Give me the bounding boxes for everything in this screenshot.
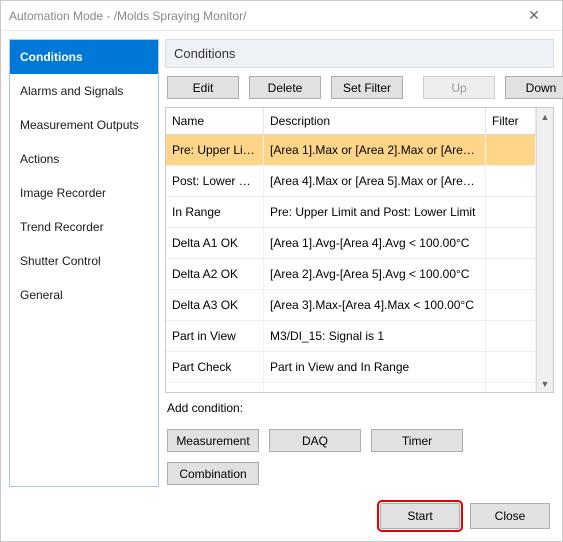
table-row[interactable]: Pre: Upper Limit[Area 1].Max or [Area 2]… bbox=[166, 135, 536, 166]
add-condition-label: Add condition: bbox=[167, 399, 552, 419]
cell-description: [Area 3].Max-[Area 4].Max < 100.00°C bbox=[264, 290, 486, 320]
table-body: Pre: Upper Limit[Area 1].Max or [Area 2]… bbox=[166, 135, 536, 392]
titlebar: Automation Mode - /Molds Spraying Monito… bbox=[1, 1, 562, 31]
cell-description: Pre: Upper Limit and Post: Lower Limit bbox=[264, 197, 486, 227]
conditions-table-wrap: Name Description Filter Pre: Upper Limit… bbox=[165, 107, 554, 393]
cell-description: [Area 4].Max or [Area 5].Max or [Area 6]… bbox=[264, 166, 486, 196]
cell-filter bbox=[486, 259, 536, 289]
table-row[interactable]: Part CheckPart in View and In Range bbox=[166, 352, 536, 383]
cell-description: M3/DI_15: Signal is 1 bbox=[264, 321, 486, 351]
sidebar-item[interactable]: Image Recorder bbox=[10, 176, 158, 210]
cell-name: Delta A2 OK bbox=[166, 259, 264, 289]
dialog-window: Automation Mode - /Molds Spraying Monito… bbox=[0, 0, 563, 542]
content-panel: Conditions Edit Delete Set Filter Up Dow… bbox=[165, 39, 554, 487]
cell-description: Immediate + 60.000 [0.010,60.000] s bbox=[264, 383, 486, 392]
cell-filter bbox=[486, 290, 536, 320]
edit-button[interactable]: Edit bbox=[167, 76, 239, 99]
add-measurement-button[interactable]: Measurement bbox=[167, 429, 259, 452]
sidebar-item[interactable]: Alarms and Signals bbox=[10, 74, 158, 108]
window-title: Automation Mode - /Molds Spraying Monito… bbox=[9, 9, 514, 23]
sidebar-item[interactable]: Conditions bbox=[10, 40, 158, 74]
cell-name: .NUC Timer bbox=[166, 383, 264, 392]
table-row[interactable]: .NUC TimerImmediate + 60.000 [0.010,60.0… bbox=[166, 383, 536, 392]
sidebar: ConditionsAlarms and SignalsMeasurement … bbox=[9, 39, 159, 487]
up-button[interactable]: Up bbox=[423, 76, 495, 99]
col-header-description[interactable]: Description bbox=[264, 108, 486, 134]
cell-filter bbox=[486, 352, 536, 382]
down-button[interactable]: Down bbox=[505, 76, 563, 99]
cell-filter bbox=[486, 197, 536, 227]
cell-name: Delta A3 OK bbox=[166, 290, 264, 320]
delete-button[interactable]: Delete bbox=[249, 76, 321, 99]
conditions-table: Name Description Filter Pre: Upper Limit… bbox=[166, 108, 536, 392]
cell-name: Part in View bbox=[166, 321, 264, 351]
table-row[interactable]: Delta A1 OK[Area 1].Avg-[Area 4].Avg < 1… bbox=[166, 228, 536, 259]
cell-filter bbox=[486, 383, 536, 392]
col-header-filter[interactable]: Filter bbox=[486, 108, 536, 134]
scroll-up-icon[interactable]: ▲ bbox=[537, 108, 553, 125]
cell-filter bbox=[486, 321, 536, 351]
dialog-footer: Start Close bbox=[1, 495, 562, 541]
vertical-scrollbar[interactable]: ▲ ▼ bbox=[536, 108, 553, 392]
sidebar-item[interactable]: Actions bbox=[10, 142, 158, 176]
cell-name: Post: Lower Limit bbox=[166, 166, 264, 196]
dialog-body: ConditionsAlarms and SignalsMeasurement … bbox=[1, 31, 562, 495]
toolbar: Edit Delete Set Filter Up Down bbox=[165, 68, 554, 107]
add-timer-button[interactable]: Timer bbox=[371, 429, 463, 452]
cell-name: Pre: Upper Limit bbox=[166, 135, 264, 165]
cell-filter bbox=[486, 166, 536, 196]
sidebar-item[interactable]: General bbox=[10, 278, 158, 312]
add-combination-button[interactable]: Combination bbox=[167, 462, 259, 485]
cell-filter bbox=[486, 228, 536, 258]
table-row[interactable]: In RangePre: Upper Limit and Post: Lower… bbox=[166, 197, 536, 228]
cell-name: Part Check bbox=[166, 352, 264, 382]
set-filter-button[interactable]: Set Filter bbox=[331, 76, 403, 99]
cell-description: [Area 1].Avg-[Area 4].Avg < 100.00°C bbox=[264, 228, 486, 258]
cell-description: [Area 1].Max or [Area 2].Max or [Area 3]… bbox=[264, 135, 486, 165]
cell-name: In Range bbox=[166, 197, 264, 227]
add-condition-row: Add condition: Measurement DAQ Timer Com… bbox=[165, 393, 554, 487]
close-button[interactable]: Close bbox=[470, 503, 550, 529]
cell-filter bbox=[486, 135, 536, 165]
table-header: Name Description Filter bbox=[166, 108, 536, 135]
cell-description: Part in View and In Range bbox=[264, 352, 486, 382]
table-row[interactable]: Delta A2 OK[Area 2].Avg-[Area 5].Avg < 1… bbox=[166, 259, 536, 290]
sidebar-item[interactable]: Measurement Outputs bbox=[10, 108, 158, 142]
table-row[interactable]: Part in ViewM3/DI_15: Signal is 1 bbox=[166, 321, 536, 352]
add-daq-button[interactable]: DAQ bbox=[269, 429, 361, 452]
table-row[interactable]: Post: Lower Limit[Area 4].Max or [Area 5… bbox=[166, 166, 536, 197]
sidebar-item[interactable]: Shutter Control bbox=[10, 244, 158, 278]
cell-name: Delta A1 OK bbox=[166, 228, 264, 258]
panel-title: Conditions bbox=[165, 39, 554, 68]
table-row[interactable]: Delta A3 OK[Area 3].Max-[Area 4].Max < 1… bbox=[166, 290, 536, 321]
close-icon[interactable]: ✕ bbox=[514, 7, 554, 24]
cell-description: [Area 2].Avg-[Area 5].Avg < 100.00°C bbox=[264, 259, 486, 289]
scroll-down-icon[interactable]: ▼ bbox=[537, 375, 553, 392]
col-header-name[interactable]: Name bbox=[166, 108, 264, 134]
sidebar-item[interactable]: Trend Recorder bbox=[10, 210, 158, 244]
start-button[interactable]: Start bbox=[380, 503, 460, 529]
